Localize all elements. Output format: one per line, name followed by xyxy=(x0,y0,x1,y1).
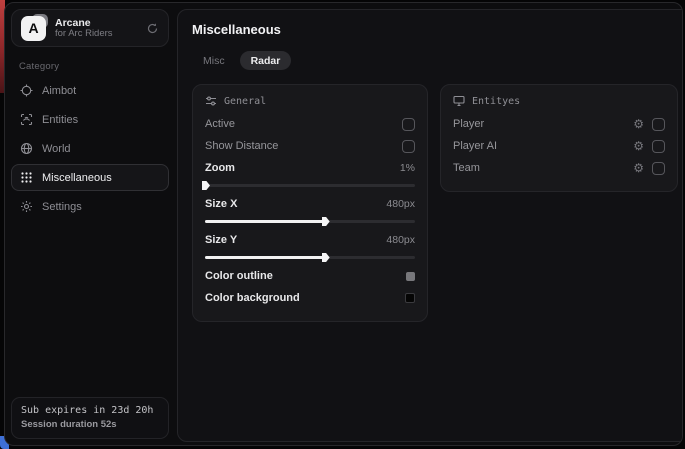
setting-value: 1% xyxy=(400,162,415,174)
entity-row-player: Player ⚙ xyxy=(453,113,665,135)
entity-label: Player xyxy=(453,118,633,130)
setting-label: Zoom xyxy=(205,162,235,174)
subscription-expiry: Sub expires in 23d 20h xyxy=(21,405,159,416)
setting-label: Size Y xyxy=(205,234,237,246)
sidebar-item-label: Entities xyxy=(42,114,78,126)
crosshair-icon xyxy=(20,84,33,97)
setting-row-size-y: Size Y 480px xyxy=(205,229,415,251)
refresh-icon[interactable] xyxy=(146,22,159,35)
sidebar-item-miscellaneous[interactable]: Miscellaneous xyxy=(11,164,169,191)
team-checkbox[interactable] xyxy=(652,162,665,175)
gear-icon[interactable]: ⚙ xyxy=(633,162,644,174)
sidebar-item-settings[interactable]: Settings xyxy=(11,193,169,220)
entity-label: Team xyxy=(453,162,633,174)
setting-label: Color outline xyxy=(205,270,273,282)
entity-row-team: Team ⚙ xyxy=(453,157,665,179)
sidebar-item-label: World xyxy=(42,143,71,155)
brand-card[interactable]: A Arcane for Arc Riders xyxy=(11,9,169,47)
setting-row-size-x: Size X 480px xyxy=(205,193,415,215)
scan-icon xyxy=(20,113,33,126)
brand-name: Arcane xyxy=(55,17,137,29)
setting-row-color-outline: Color outline xyxy=(205,265,415,287)
sidebar-item-aimbot[interactable]: Aimbot xyxy=(11,77,169,104)
app-logo-letter: A xyxy=(21,16,46,41)
player-ai-checkbox[interactable] xyxy=(652,140,665,153)
entity-row-player-ai: Player AI ⚙ xyxy=(453,135,665,157)
gear-icon[interactable]: ⚙ xyxy=(633,140,644,152)
globe-icon xyxy=(20,142,33,155)
brand-subtitle: for Arc Riders xyxy=(55,29,137,40)
gear-icon xyxy=(20,200,33,213)
sidebar-item-world[interactable]: World xyxy=(11,135,169,162)
sidebar-item-label: Miscellaneous xyxy=(42,172,112,184)
sidebar: A Arcane for Arc Riders Category Aimbot … xyxy=(5,3,175,445)
sidebar-item-label: Settings xyxy=(42,201,82,213)
sidebar-item-label: Aimbot xyxy=(42,85,76,97)
main-content: Miscellaneous Misc Radar General Active xyxy=(177,9,683,442)
entities-panel: Entityes Player ⚙ Player AI ⚙ Team ⚙ xyxy=(440,84,678,192)
sidebar-item-entities[interactable]: Entities xyxy=(11,106,169,133)
tab-misc[interactable]: Misc xyxy=(192,51,236,70)
monitor-icon xyxy=(453,95,465,107)
zoom-slider[interactable] xyxy=(205,180,415,190)
setting-row-color-background: Color background xyxy=(205,287,415,309)
category-label: Category xyxy=(19,61,169,72)
setting-label: Size X xyxy=(205,198,237,210)
setting-label: Color background xyxy=(205,292,300,304)
panel-title: Entityes xyxy=(472,96,520,107)
panel-title: General xyxy=(224,96,266,107)
size-x-slider[interactable] xyxy=(205,216,415,226)
setting-row-zoom: Zoom 1% xyxy=(205,157,415,179)
player-checkbox[interactable] xyxy=(652,118,665,131)
color-background-swatch[interactable] xyxy=(405,293,415,303)
dots-grid-icon xyxy=(20,171,33,184)
tab-bar: Misc Radar xyxy=(192,51,678,70)
app-window: A Arcane for Arc Riders Category Aimbot … xyxy=(4,2,683,446)
general-panel: General Active Show Distance Zoom 1% xyxy=(192,84,428,322)
setting-label: Show Distance xyxy=(205,140,278,152)
setting-row-show-distance: Show Distance xyxy=(205,135,415,157)
sliders-icon xyxy=(205,95,217,107)
color-outline-swatch[interactable] xyxy=(406,272,415,281)
setting-row-active: Active xyxy=(205,113,415,135)
page-title: Miscellaneous xyxy=(192,22,678,37)
slider-thumb[interactable] xyxy=(202,181,210,190)
subscription-card: Sub expires in 23d 20h Session duration … xyxy=(11,397,169,439)
slider-thumb[interactable] xyxy=(322,217,330,226)
entity-label: Player AI xyxy=(453,140,633,152)
active-checkbox[interactable] xyxy=(402,118,415,131)
tab-radar[interactable]: Radar xyxy=(240,51,292,70)
session-duration: Session duration 52s xyxy=(21,419,159,430)
gear-icon[interactable]: ⚙ xyxy=(633,118,644,130)
app-logo: A xyxy=(21,16,46,41)
setting-value: 480px xyxy=(386,198,415,210)
size-y-slider[interactable] xyxy=(205,252,415,262)
setting-label: Active xyxy=(205,118,235,130)
setting-value: 480px xyxy=(386,234,415,246)
show-distance-checkbox[interactable] xyxy=(402,140,415,153)
slider-thumb[interactable] xyxy=(322,253,330,262)
